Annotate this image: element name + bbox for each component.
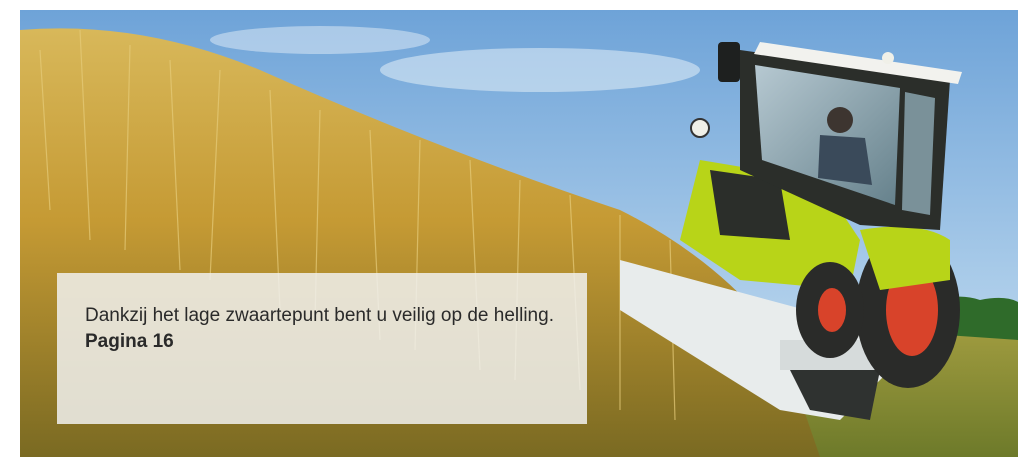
- work-light: [690, 118, 710, 138]
- caption-box: Dankzij het lage zwaartepunt bent u veil…: [57, 273, 587, 424]
- cloud: [210, 26, 430, 54]
- caption-text: Dankzij het lage zwaartepunt bent u veil…: [85, 305, 554, 326]
- cab-side-window: [902, 92, 935, 215]
- driver-body: [818, 135, 872, 185]
- roof-light: [882, 52, 894, 64]
- side-mirror: [718, 42, 740, 82]
- caption-page-reference: Pagina 16: [85, 331, 174, 352]
- cloud: [380, 48, 700, 92]
- hero-photo: Dankzij het lage zwaartepunt bent u veil…: [20, 10, 1018, 457]
- front-wheel-rim: [818, 288, 846, 332]
- driver: [827, 107, 853, 133]
